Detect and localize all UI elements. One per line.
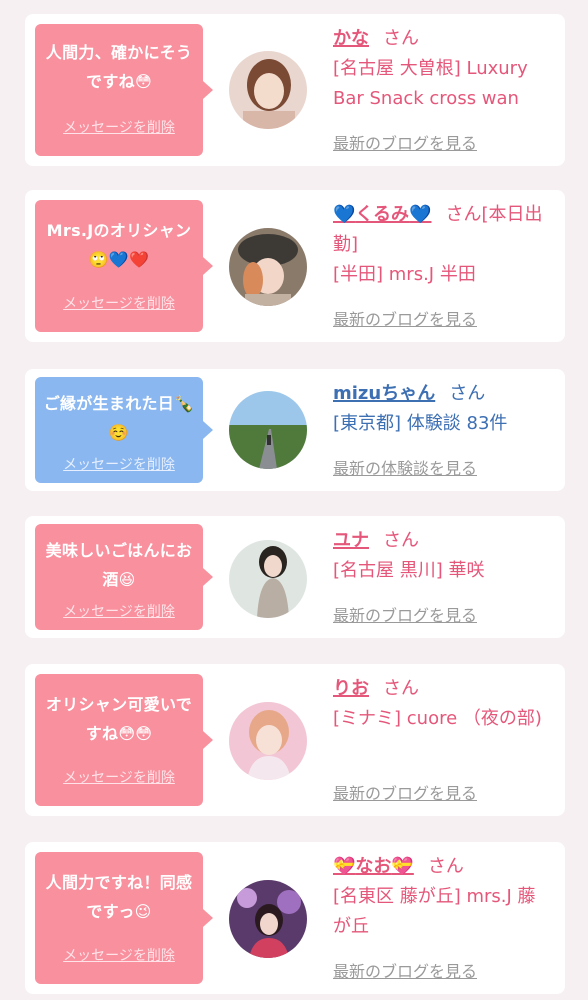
- avatar-photo-icon: [229, 702, 307, 780]
- message-text: 美味しいごはんにお酒😆: [45, 541, 193, 589]
- avatar-photo-icon: [229, 880, 307, 958]
- sender-name[interactable]: かな: [333, 28, 369, 49]
- message-bubble: 人間力、確かにそうですね😳 メッセージを削除: [35, 24, 213, 156]
- avatar[interactable]: [229, 880, 307, 958]
- message-card: ご縁が生まれた日🍾☺️ メッセージを削除 mizuちゃん さん [東京都] 体験談…: [25, 369, 565, 491]
- shop-name: [東京都] 体験談 83件: [333, 413, 508, 434]
- heart-ribbon-emoji-icon: 💝: [391, 856, 414, 877]
- sender-name[interactable]: mizuちゃん: [333, 383, 435, 404]
- message-card: 人間力、確かにそうですね😳 メッセージを削除 かな さん [名古屋 大曽根] Lu…: [25, 14, 565, 166]
- delete-message-link[interactable]: メッセージを削除: [35, 120, 203, 136]
- sender-info: かな さん [名古屋 大曽根] Luxury Bar Snack cross wa…: [333, 24, 551, 114]
- honorific: さん: [383, 28, 419, 49]
- avatar[interactable]: [229, 540, 307, 618]
- honorific: さん: [383, 530, 419, 551]
- delete-message-link[interactable]: メッセージを削除: [35, 604, 203, 620]
- honorific: さん: [449, 383, 486, 404]
- latest-blog-link[interactable]: 最新のブログを見る: [333, 306, 477, 330]
- sender-info: mizuちゃん さん [東京都] 体験談 83件: [333, 379, 551, 439]
- latest-review-link[interactable]: 最新の体験談を見る: [333, 455, 477, 479]
- shop-name: [半田] mrs.J 半田: [333, 264, 476, 285]
- shop-name: [名古屋 黒川] 華咲: [333, 560, 485, 581]
- sender-name: くるみ: [355, 204, 410, 225]
- message-text: Mrs.Jのオリシャン🙄💙❤️: [46, 221, 192, 269]
- honorific: さん: [427, 856, 464, 877]
- latest-blog-link[interactable]: 最新のブログを見る: [333, 780, 477, 804]
- avatar[interactable]: [229, 391, 307, 469]
- heart-emoji-icon: 💙: [409, 204, 432, 225]
- message-text: 人間力ですね！同感ですっ😉: [45, 873, 193, 921]
- sender-name[interactable]: りお: [333, 678, 369, 699]
- message-bubble: 美味しいごはんにお酒😆 メッセージを削除: [35, 524, 213, 630]
- message-bubble: 人間力ですね！同感ですっ😉 メッセージを削除: [35, 852, 213, 984]
- sender-info: 💙くるみ💙 さん[本日出勤] [半田] mrs.J 半田: [333, 200, 551, 290]
- message-text: ご縁が生まれた日🍾☺️: [43, 394, 195, 442]
- sender-name[interactable]: ユナ: [333, 530, 369, 551]
- message-card: 美味しいごはんにお酒😆 メッセージを削除 ユナ さん [名古屋 黒川] 華咲 最新…: [25, 516, 565, 638]
- avatar[interactable]: [229, 228, 307, 306]
- sender-name-link[interactable]: 💝なお💝: [333, 856, 414, 877]
- avatar[interactable]: [229, 51, 307, 129]
- avatar-photo-icon: [229, 51, 307, 129]
- message-card: 人間力ですね！同感ですっ😉 メッセージを削除 💝なお💝 さん [名東区 藤が丘] …: [25, 842, 565, 994]
- delete-message-link[interactable]: メッセージを削除: [35, 457, 203, 473]
- message-bubble: オリシャン可愛いですね😳😳 メッセージを削除: [35, 674, 213, 806]
- shop-name: [名東区 藤が丘] mrs.J 藤が丘: [333, 886, 536, 937]
- message-text: オリシャン可愛いですね😳😳: [45, 695, 193, 743]
- avatar-photo-icon: [229, 540, 307, 618]
- delete-message-link[interactable]: メッセージを削除: [35, 296, 203, 312]
- sender-name-link[interactable]: 💙くるみ💙: [333, 204, 431, 225]
- message-bubble: Mrs.Jのオリシャン🙄💙❤️ メッセージを削除: [35, 200, 213, 332]
- message-card: Mrs.Jのオリシャン🙄💙❤️ メッセージを削除 💙くるみ💙 さん[本日出勤] […: [25, 190, 565, 342]
- sender-info: りお さん [ミナミ] cuore （夜の部): [333, 674, 551, 734]
- message-bubble: ご縁が生まれた日🍾☺️ メッセージを削除: [35, 377, 213, 483]
- heart-ribbon-emoji-icon: 💝: [333, 856, 356, 877]
- latest-blog-link[interactable]: 最新のブログを見る: [333, 130, 477, 154]
- shop-name: [ミナミ] cuore （夜の部): [333, 708, 542, 729]
- sender-name: なお: [355, 856, 392, 877]
- honorific: さん: [383, 678, 419, 699]
- shop-name: [名古屋 大曽根] Luxury Bar Snack cross wan: [333, 58, 528, 109]
- latest-blog-link[interactable]: 最新のブログを見る: [333, 958, 477, 982]
- sender-info: ユナ さん [名古屋 黒川] 華咲: [333, 526, 551, 586]
- avatar-road-landscape-icon: [229, 391, 307, 469]
- avatar-photo-icon: [229, 228, 307, 306]
- delete-message-link[interactable]: メッセージを削除: [35, 948, 203, 964]
- avatar[interactable]: [229, 702, 307, 780]
- delete-message-link[interactable]: メッセージを削除: [35, 770, 203, 786]
- latest-blog-link[interactable]: 最新のブログを見る: [333, 602, 477, 626]
- message-text: 人間力、確かにそうですね😳: [45, 43, 193, 91]
- heart-emoji-icon: 💙: [333, 204, 356, 225]
- message-card: オリシャン可愛いですね😳😳 メッセージを削除 りお さん [ミナミ] cuore …: [25, 664, 565, 816]
- sender-info: 💝なお💝 さん [名東区 藤が丘] mrs.J 藤が丘: [333, 852, 551, 942]
